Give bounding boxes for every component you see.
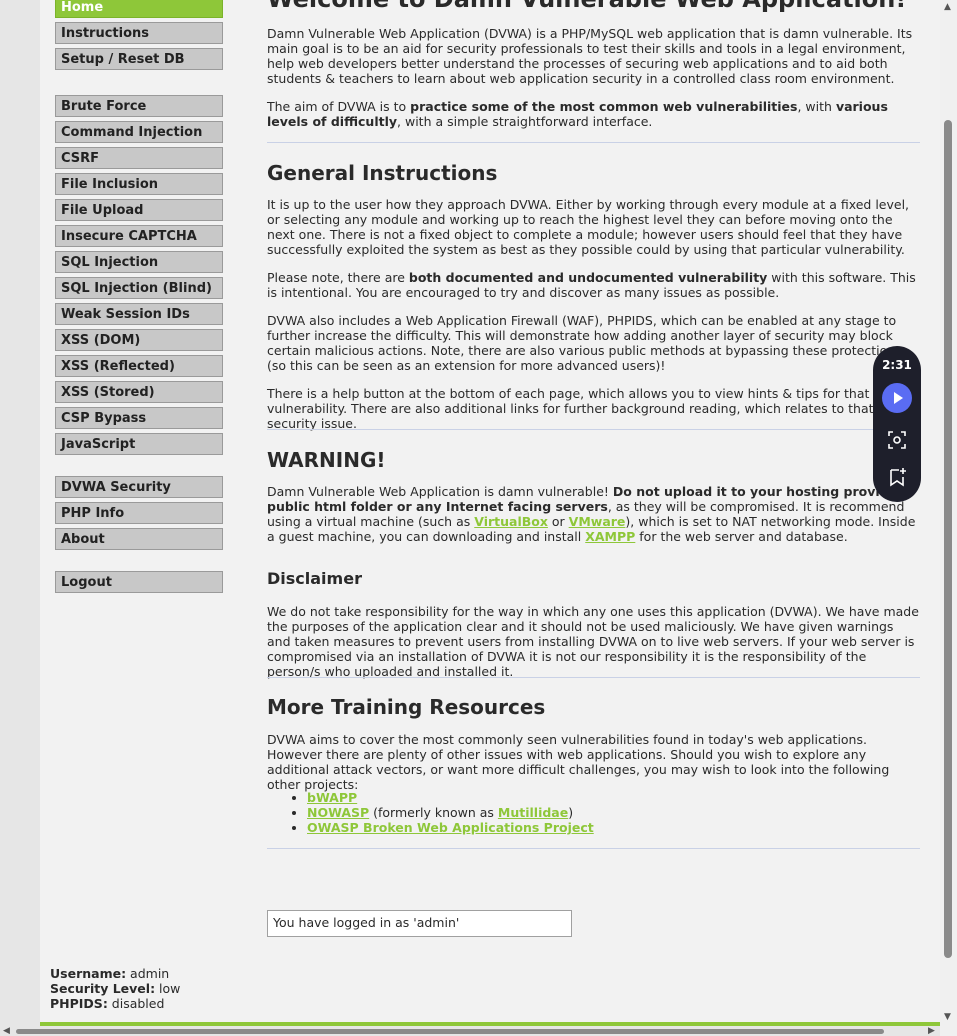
menu-item-sql-injection-blind[interactable]: SQL Injection (Blind) (55, 277, 223, 299)
menu-item-dvwa-security[interactable]: DVWA Security (55, 476, 223, 498)
menu-item-sql-injection[interactable]: SQL Injection (55, 251, 223, 273)
menu-item-xss-reflected[interactable]: XSS (Reflected) (55, 355, 223, 377)
warn-text-3: or (547, 514, 569, 529)
virtualbox-link[interactable]: VirtualBox (474, 514, 548, 529)
horizontal-scrollbar[interactable]: ◀ ▶ (0, 1026, 940, 1036)
warn-text-5: for the web server and database. (635, 529, 848, 544)
horizontal-scroll-thumb[interactable] (16, 1029, 884, 1034)
bookmark-button[interactable] (887, 467, 907, 487)
gen-p2-bold: both documented and undocumented vulnera… (408, 270, 768, 285)
menu-item-logout[interactable]: Logout (55, 571, 223, 593)
general-paragraph-2: Please note, there are both documented a… (267, 270, 920, 300)
page-container: Home Instructions Setup / Reset DB Brute… (40, 0, 940, 1022)
menu-item-brute-force[interactable]: Brute Force (55, 95, 223, 117)
xampp-link[interactable]: XAMPP (585, 529, 635, 544)
resources-list: bWAPP NOWASP (formerly known as Mutillid… (267, 790, 920, 835)
recording-timer: 2:31 (882, 358, 912, 372)
menu-item-instructions[interactable]: Instructions (55, 22, 223, 44)
resources-list-wrap: bWAPP NOWASP (formerly known as Mutillid… (267, 790, 920, 835)
scroll-down-icon[interactable]: ▼ (944, 1012, 951, 1022)
play-button[interactable] (882, 383, 912, 413)
security-level-row: Security Level: low (50, 981, 180, 996)
aim-bold-1: practice some of the most common web vul… (410, 99, 798, 114)
play-icon (894, 392, 903, 404)
security-level-label: Security Level: (50, 981, 156, 996)
vertical-scroll-thumb[interactable] (944, 120, 952, 958)
vmware-link[interactable]: VMware (569, 514, 626, 529)
menu-block-vulns: Brute Force Command Injection CSRF File … (55, 95, 223, 459)
nowasp-text-end: ) (568, 805, 574, 820)
phpids-row: PHPIDS: disabled (50, 996, 180, 1011)
menu-block-settings: DVWA Security PHP Info About (55, 476, 223, 554)
username-value: admin (126, 966, 170, 981)
menu-block-logout: Logout (55, 571, 223, 597)
phpids-value: disabled (107, 996, 165, 1011)
menu-item-insecure-captcha[interactable]: Insecure CAPTCHA (55, 225, 223, 247)
user-info: Username: admin Security Level: low PHPI… (50, 966, 180, 1011)
aim-text: The aim of DVWA is to (267, 99, 411, 114)
nowasp-text: (formerly known as (369, 805, 498, 820)
divider (267, 848, 920, 849)
menu-item-csp-bypass[interactable]: CSP Bypass (55, 407, 223, 429)
menu-item-xss-stored[interactable]: XSS (Stored) (55, 381, 223, 403)
screenshot-icon (888, 431, 906, 449)
disclaimer-paragraph: We do not take responsibility for the wa… (267, 604, 919, 679)
menu-item-about[interactable]: About (55, 528, 223, 550)
list-item: NOWASP (formerly known as Mutillidae) (307, 805, 920, 820)
scroll-left-icon[interactable]: ◀ (3, 1026, 10, 1036)
aim-text-3: , with a simple straightforward interfac… (397, 114, 653, 129)
menu-item-home[interactable]: Home (55, 0, 223, 18)
logged-in-message: You have logged in as 'admin' (267, 910, 572, 937)
screenshot-button[interactable] (887, 430, 907, 450)
scroll-up-icon[interactable]: ▲ (944, 2, 951, 12)
menu-item-file-inclusion[interactable]: File Inclusion (55, 173, 223, 195)
divider (267, 142, 920, 143)
gen-p2-text: Please note, there are (267, 270, 409, 285)
mutillidae-link[interactable]: Mutillidae (498, 805, 568, 820)
menu-item-xss-dom[interactable]: XSS (DOM) (55, 329, 223, 351)
general-instructions-heading: General Instructions (267, 161, 498, 185)
bwapp-link[interactable]: bWAPP (307, 790, 357, 805)
warn-text: Damn Vulnerable Web Application is damn … (267, 484, 613, 499)
nowasp-link[interactable]: NOWASP (307, 805, 369, 820)
general-paragraph-3: DVWA also includes a Web Application Fir… (267, 313, 902, 373)
disclaimer-heading: Disclaimer (267, 569, 362, 588)
menu-item-setup[interactable]: Setup / Reset DB (55, 48, 223, 70)
owasp-bwa-link[interactable]: OWASP Broken Web Applications Project (307, 820, 594, 835)
divider (267, 429, 920, 430)
bookmark-add-icon (890, 468, 906, 487)
general-paragraph-4: There is a help button at the bottom of … (267, 386, 874, 431)
menu-item-javascript[interactable]: JavaScript (55, 433, 223, 455)
aim-text-2: , with (797, 99, 836, 114)
security-level-value: low (155, 981, 181, 996)
warning-heading: WARNING! (267, 448, 386, 472)
floating-recorder-widget[interactable]: 2:31 (873, 346, 921, 502)
menu-item-command-injection[interactable]: Command Injection (55, 121, 223, 143)
page-title: Welcome to Damn Vulnerable Web Applicati… (267, 0, 920, 11)
general-paragraph-1: It is up to the user how they approach D… (267, 197, 910, 257)
username-row: Username: admin (50, 966, 180, 981)
menu-item-php-info[interactable]: PHP Info (55, 502, 223, 524)
aim-paragraph: The aim of DVWA is to practice some of t… (267, 99, 920, 129)
more-resources-heading: More Training Resources (267, 695, 546, 719)
vertical-scrollbar[interactable]: ▲ ▼ (940, 0, 957, 1036)
intro-paragraph: Damn Vulnerable Web Application (DVWA) i… (267, 26, 913, 86)
more-resources-paragraph: DVWA aims to cover the most commonly see… (267, 732, 890, 792)
scroll-right-icon[interactable]: ▶ (928, 1026, 935, 1036)
warning-paragraph: Damn Vulnerable Web Application is damn … (267, 484, 920, 544)
menu-item-csrf[interactable]: CSRF (55, 147, 223, 169)
menu-item-weak-session-ids[interactable]: Weak Session IDs (55, 303, 223, 325)
list-item: bWAPP (307, 790, 920, 805)
username-label: Username: (50, 966, 127, 981)
list-item: OWASP Broken Web Applications Project (307, 820, 920, 835)
phpids-label: PHPIDS: (50, 996, 108, 1011)
menu-item-file-upload[interactable]: File Upload (55, 199, 223, 221)
divider (267, 677, 920, 678)
